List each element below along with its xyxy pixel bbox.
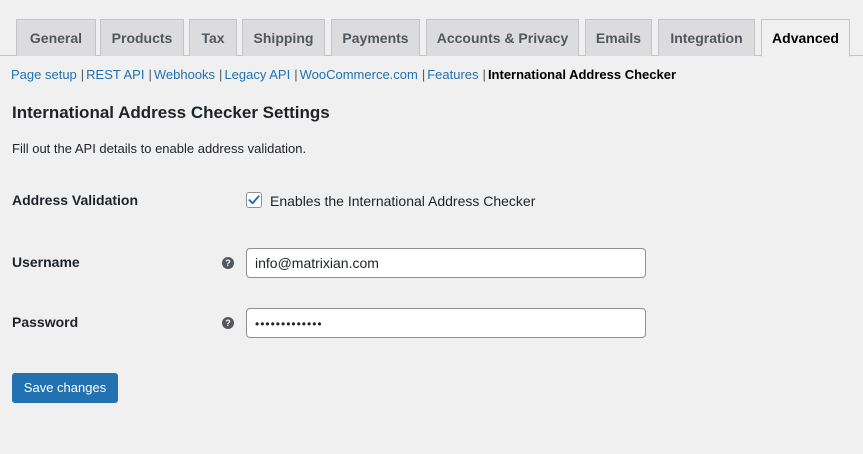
tab-products[interactable]: Products [100, 19, 184, 56]
password-input[interactable]: ••••••••••••• [246, 308, 646, 338]
tab-shipping[interactable]: Shipping [242, 19, 325, 56]
help-icon[interactable]: ? [222, 257, 234, 269]
page-title: International Address Checker Settings [12, 103, 330, 122]
subnav-separator: | [421, 67, 426, 82]
subnav-link-webhooks[interactable]: Webhooks [154, 67, 215, 82]
tab-payments[interactable]: Payments [331, 19, 420, 56]
subnav-separator: | [80, 67, 85, 82]
save-changes-button[interactable]: Save changes [12, 373, 118, 403]
tab-accounts-privacy[interactable]: Accounts & Privacy [426, 19, 579, 56]
subnav-separator: | [219, 67, 223, 82]
subnav-link-woocommerce-com[interactable]: WooCommerce.com [300, 67, 418, 82]
subnav-separator: | [294, 67, 298, 82]
address-validation-label: Address Validation [12, 192, 139, 208]
tab-emails[interactable]: Emails [585, 19, 652, 56]
subnav-link-page-setup[interactable]: Page setup [11, 67, 77, 82]
password-label: Password [12, 314, 79, 330]
username-label: Username [12, 254, 80, 270]
tab-integration[interactable]: Integration [658, 19, 755, 56]
subnav-separator: | [148, 67, 152, 82]
checkmark-icon [248, 195, 260, 205]
subnav-link-legacy-api[interactable]: Legacy API [224, 67, 290, 82]
address-validation-checkbox-label[interactable]: Enables the International Address Checke… [270, 191, 535, 211]
settings-description: Fill out the API details to enable addre… [12, 141, 307, 156]
subnav-link-rest-api[interactable]: REST API [86, 67, 144, 82]
subnav-current-section: International Address Checker [487, 67, 677, 82]
tab-advanced[interactable]: Advanced [761, 19, 850, 57]
help-icon[interactable]: ? [222, 317, 234, 329]
tab-general[interactable]: General [16, 19, 96, 56]
address-validation-checkbox[interactable] [246, 192, 262, 208]
subnav-link-features[interactable]: Features [427, 67, 478, 82]
subnav-separator: | [482, 67, 486, 82]
username-input[interactable]: info@matrixian.com [246, 248, 646, 278]
password-masked-value: ••••••••••••• [255, 317, 323, 331]
settings-tabs: General Products Tax Shipping Payments A… [0, 0, 863, 57]
tab-tax[interactable]: Tax [189, 19, 237, 56]
section-subnav: Page setup | REST API | Webhooks | Legacy API |… [11, 66, 676, 84]
